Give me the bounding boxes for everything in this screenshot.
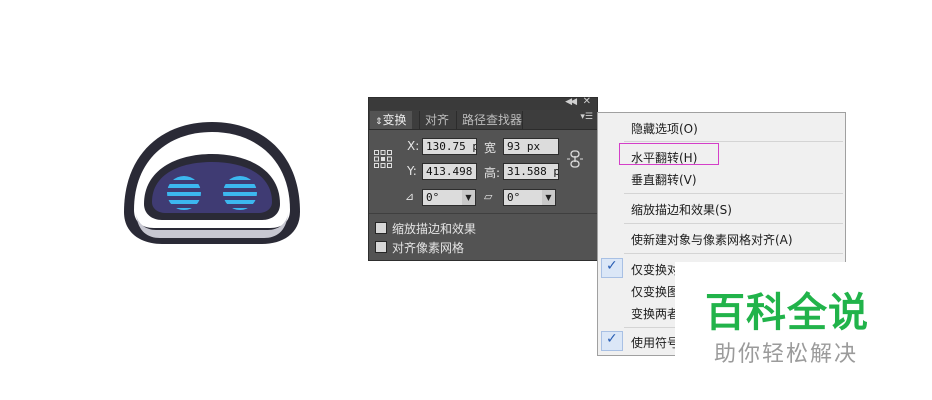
menu-item-transform-object-only[interactable]: 仅变换对 [631, 261, 679, 278]
constrain-proportions-icon[interactable] [567, 149, 583, 169]
chevron-down-icon: ▼ [465, 193, 472, 202]
align-pixel-grid-checkbox-row[interactable]: 对齐像素网格 [375, 239, 464, 255]
scale-strokes-checkbox[interactable] [375, 222, 387, 234]
transform-panel: ◀◀ ✕ ⇕变换 对齐 路径查找器 ▾☰ X: 130.75 p 宽 93 px… [368, 96, 598, 261]
reference-point-icon[interactable] [374, 150, 392, 168]
tab-align-label: 对齐 [425, 113, 450, 127]
menu-item-use-symbol[interactable]: 使用符号 [631, 334, 679, 351]
scale-strokes-checkbox-row[interactable]: 缩放描边和效果 [375, 220, 476, 236]
tab-align[interactable]: 对齐 [419, 111, 454, 129]
checkmark-icon: ✓ [606, 331, 618, 347]
scale-strokes-label: 缩放描边和效果 [392, 222, 477, 236]
chevron-down-icon: ▼ [545, 193, 552, 202]
menu-separator [624, 193, 843, 194]
menu-separator [624, 141, 843, 142]
rotate-input[interactable]: 0° [422, 189, 463, 206]
watermark-subtitle: 助你轻松解决 [714, 342, 859, 367]
watermark-title: 百科全说 [705, 290, 869, 336]
menu-item-align-new-objects-pixel-grid[interactable]: 使新建对象与像素网格对齐(A) [631, 231, 793, 248]
tab-pathfinder[interactable]: 路径查找器 [456, 111, 527, 129]
shear-icon: ▱ [484, 190, 493, 203]
x-input[interactable]: 130.75 p [422, 138, 477, 155]
x-label: X: [407, 139, 420, 153]
checkmark-icon: ✓ [606, 258, 618, 274]
menu-item-scale-strokes[interactable]: 缩放描边和效果(S) [631, 201, 732, 218]
width-label: 宽 [484, 141, 497, 155]
panel-menu-icon[interactable]: ▾☰ [580, 112, 593, 122]
close-icon[interactable]: ✕ [583, 96, 591, 107]
collapse-panel-icon[interactable]: ◀◀ [565, 97, 577, 107]
align-pixel-grid-checkbox[interactable] [375, 241, 387, 253]
y-input[interactable]: 413.498 [422, 163, 477, 180]
menu-separator [624, 253, 843, 254]
height-label: 高: [484, 166, 501, 180]
shear-dropdown-button[interactable]: ▼ [542, 189, 556, 206]
highlight-annotation-box [619, 143, 719, 165]
shear-input[interactable]: 0° [503, 189, 543, 206]
menu-item-hide-options[interactable]: 隐藏选项(O) [631, 120, 698, 137]
rotate-dropdown-button[interactable]: ▼ [462, 189, 476, 206]
updown-arrows-icon: ⇕ [375, 117, 383, 127]
menu-item-transform-both[interactable]: 变换两者 [631, 305, 679, 322]
y-label: Y: [407, 164, 417, 178]
menu-item-flip-vertical[interactable]: 垂直翻转(V) [631, 171, 697, 188]
width-input[interactable]: 93 px [503, 138, 559, 155]
tab-transform-label: 变换 [382, 113, 407, 127]
menu-separator [624, 223, 843, 224]
tab-pathfinder-label: 路径查找器 [462, 113, 523, 127]
menu-item-transform-pattern-only[interactable]: 仅变换图 [631, 283, 679, 300]
align-pixel-grid-label: 对齐像素网格 [392, 241, 465, 255]
panel-divider [369, 213, 597, 214]
tab-transform[interactable]: ⇕变换 [370, 111, 412, 129]
panel-tab-bar: ⇕变换 对齐 路径查找器 [369, 110, 597, 130]
height-input[interactable]: 31.588 p [503, 163, 559, 180]
rotate-angle-icon: ⊿ [405, 190, 415, 203]
robot-illustration [124, 122, 300, 244]
panel-title-bar[interactable]: ◀◀ ✕ [369, 96, 597, 110]
tab-divider [522, 111, 523, 129]
